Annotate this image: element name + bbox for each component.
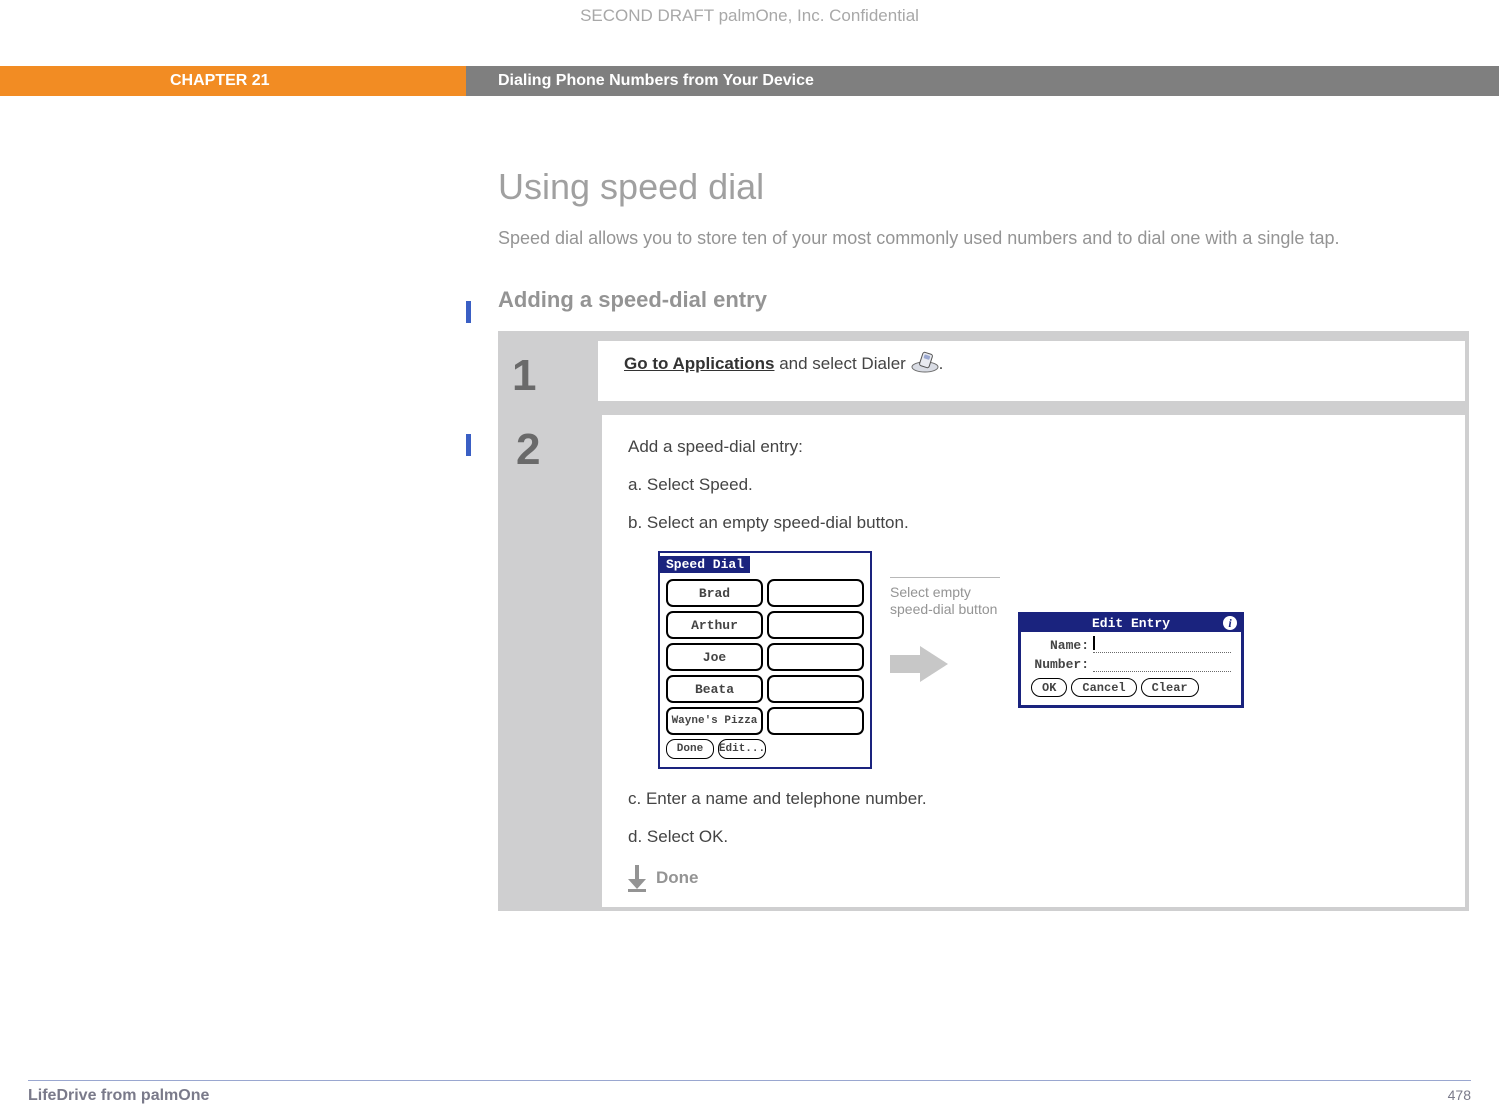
ok-button[interactable]: OK <box>1031 678 1067 697</box>
name-field[interactable] <box>1093 638 1231 653</box>
speed-dial-entry[interactable]: Wayne's Pizza <box>666 707 763 735</box>
step-1-period: . <box>939 354 944 373</box>
step-number: 1 <box>498 341 598 401</box>
speed-dial-empty[interactable] <box>767 643 864 671</box>
speed-dial-empty[interactable] <box>767 707 864 735</box>
done-arrow-icon <box>628 865 646 891</box>
name-label: Name: <box>1031 638 1089 653</box>
step-1: 1 Go to Applications and select Dialer . <box>498 331 1469 405</box>
number-field[interactable] <box>1093 657 1231 672</box>
draft-notice: SECOND DRAFT palmOne, Inc. Confidential <box>0 0 1499 66</box>
callout-text: Select empty speed-dial button <box>890 584 997 618</box>
speed-dial-empty[interactable] <box>767 611 864 639</box>
page-footer: LifeDrive from palmOne 478 <box>28 1080 1471 1105</box>
done-indicator: Done <box>628 865 1439 891</box>
clear-button[interactable]: Clear <box>1141 678 1199 697</box>
speed-dial-window: Speed Dial Brad Arthur Joe <box>658 551 872 769</box>
substep-c: c. Enter a name and telephone number. <box>628 789 1439 809</box>
substep-b: b. Select an empty speed-dial button. <box>628 513 1439 533</box>
info-icon[interactable]: i <box>1223 616 1237 630</box>
speed-dial-empty[interactable] <box>767 675 864 703</box>
substep-a: a. Select Speed. <box>628 475 1439 495</box>
done-label: Done <box>656 868 699 888</box>
speed-dial-entry[interactable]: Beata <box>666 675 763 703</box>
page-number: 478 <box>1448 1087 1471 1105</box>
edit-entry-dialog: Edit Entry i Name: Number: <box>1018 612 1244 708</box>
edit-button[interactable]: Edit... <box>718 739 766 759</box>
edit-entry-title: Edit Entry i <box>1021 615 1241 632</box>
step-2-lead: Add a speed-dial entry: <box>628 437 1439 457</box>
speed-dial-entry[interactable]: Arthur <box>666 611 763 639</box>
substep-d: d. Select OK. <box>628 827 1439 847</box>
step-number: 2 <box>502 415 602 907</box>
product-name: LifeDrive from palmOne <box>28 1087 209 1105</box>
done-button[interactable]: Done <box>666 739 714 759</box>
revision-bar-icon <box>466 301 471 323</box>
speed-dial-entry[interactable]: Joe <box>666 643 763 671</box>
step-1-text: and select Dialer <box>774 354 910 373</box>
callout-leader-line <box>890 577 1000 578</box>
subsection-heading: Adding a speed-dial entry <box>498 287 1469 313</box>
speed-dial-title: Speed Dial <box>660 556 750 573</box>
number-label: Number: <box>1031 657 1089 672</box>
go-to-applications-link[interactable]: Go to Applications <box>624 354 774 373</box>
section-intro: Speed dial allows you to store ten of yo… <box>498 226 1469 251</box>
section-heading: Using speed dial <box>498 166 1469 208</box>
revision-bar-icon <box>466 434 471 456</box>
chapter-title: Dialing Phone Numbers from Your Device <box>466 66 1499 96</box>
chapter-bar: CHAPTER 21 Dialing Phone Numbers from Yo… <box>0 66 1499 96</box>
dialer-icon <box>911 351 939 378</box>
speed-dial-entry[interactable]: Brad <box>666 579 763 607</box>
speed-dial-empty[interactable] <box>767 579 864 607</box>
chapter-number: CHAPTER 21 <box>0 66 466 96</box>
arrow-right-icon <box>920 646 948 682</box>
step-2: 2 Add a speed-dial entry: a. Select Spee… <box>498 405 1469 911</box>
diagram: Speed Dial Brad Arthur Joe <box>658 551 1439 769</box>
cancel-button[interactable]: Cancel <box>1071 678 1136 697</box>
